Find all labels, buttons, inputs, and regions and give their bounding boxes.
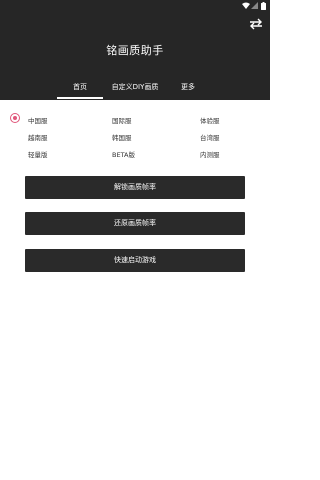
option-korea[interactable]: 韩国服 xyxy=(112,132,132,142)
option-internal-test[interactable]: 内测服 xyxy=(200,149,220,159)
option-experience[interactable]: 体验服 xyxy=(200,115,220,125)
option-china[interactable]: 中国服 xyxy=(28,115,48,125)
app-header: 铭画质助手 首页 自定义DIY画质 更多 xyxy=(0,0,270,100)
page-title: 铭画质助手 xyxy=(106,44,164,57)
wifi-icon xyxy=(242,2,250,9)
tab-selected-indicator xyxy=(57,97,103,99)
unlock-button[interactable]: 解锁画质帧率 xyxy=(25,176,245,199)
option-beta[interactable]: BETA版 xyxy=(112,149,135,159)
tab-custom-diy[interactable]: 自定义DIY画质 xyxy=(107,84,163,100)
option-global[interactable]: 国际服 xyxy=(112,115,132,125)
signal-icon xyxy=(251,2,258,9)
option-lite[interactable]: 轻量版 xyxy=(28,149,48,159)
radio-dot xyxy=(12,115,17,120)
option-vietnam[interactable]: 越南服 xyxy=(28,132,48,142)
swap-icon[interactable] xyxy=(249,18,263,30)
tab-more[interactable]: 更多 xyxy=(165,84,211,100)
radio-selected-indicator[interactable] xyxy=(10,113,20,123)
restore-button[interactable]: 还原画质帧率 xyxy=(25,212,245,235)
battery-icon xyxy=(261,2,266,10)
tab-bar: 首页 自定义DIY画质 更多 xyxy=(0,84,270,100)
launch-game-button[interactable]: 快速启动游戏 xyxy=(25,249,245,272)
status-bar xyxy=(0,0,270,14)
option-taiwan[interactable]: 台湾服 xyxy=(200,132,220,142)
